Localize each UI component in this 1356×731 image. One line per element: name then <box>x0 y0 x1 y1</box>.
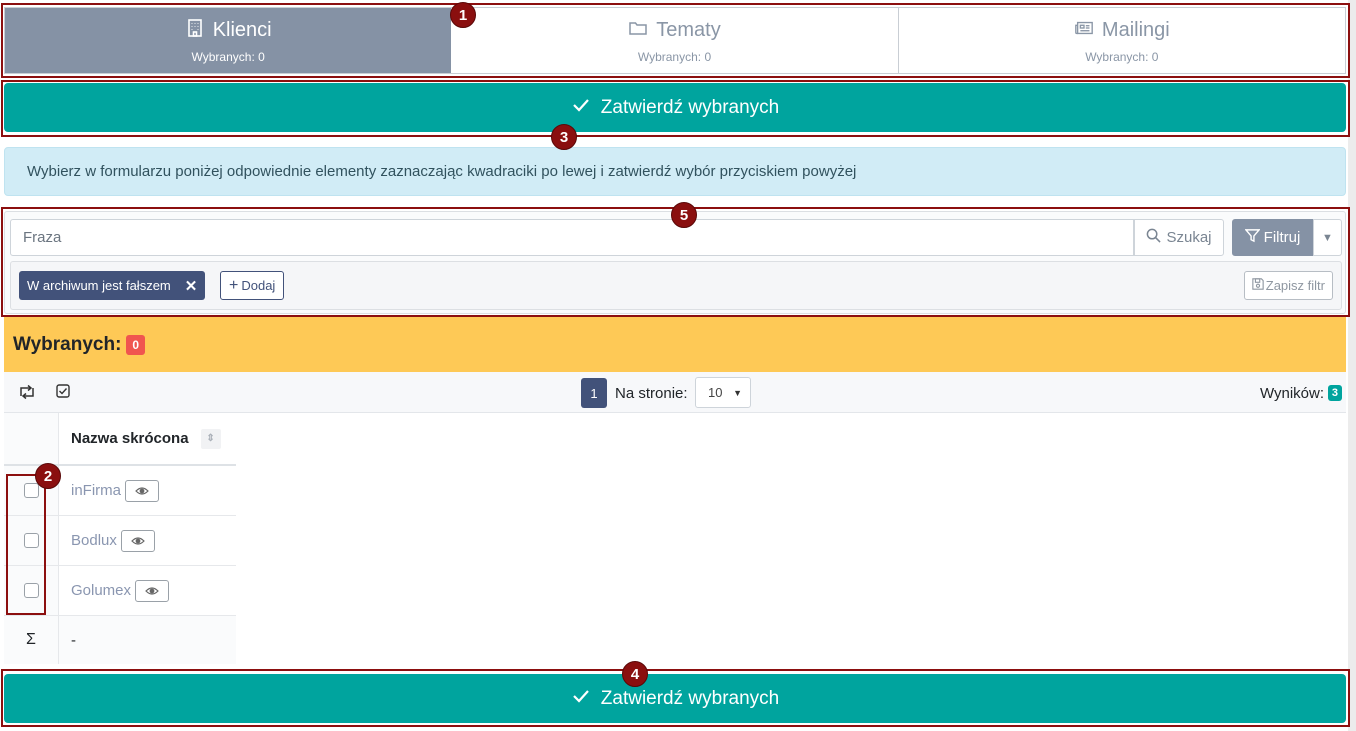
per-page-label: Na stronie: <box>615 385 688 402</box>
table-toolbar: 1 Na stronie: 10 ▼ Wyników: 3 <box>4 372 1346 413</box>
column-header-label: Nazwa skrócona <box>71 430 189 447</box>
column-header-nazwa[interactable]: Nazwa skrócona ⇕ <box>59 413 236 464</box>
annotation-badge-2: 2 <box>35 463 61 489</box>
annotation-badge-1: 1 <box>450 2 476 28</box>
annotation-frame-confirm-bottom <box>1 669 1350 727</box>
annotation-badge-3: 3 <box>551 124 577 150</box>
pagination-current-page[interactable]: 1 <box>581 378 607 408</box>
caret-down-icon: ▼ <box>733 387 742 398</box>
selected-count-badge: 0 <box>126 334 146 355</box>
results-label: Wyników: <box>1259 385 1324 402</box>
table-sum-row: Σ - <box>4 616 236 664</box>
sum-value: - <box>71 631 76 649</box>
annotation-badge-5: 5 <box>671 202 697 228</box>
check-all-icon[interactable] <box>56 384 70 401</box>
page: Klienci Wybranych: 0 Tematy Wybranych: 0… <box>0 0 1356 731</box>
sum-symbol: Σ <box>4 616 59 664</box>
selected-summary-bar: Wybranych: 0 <box>4 317 1346 372</box>
eye-icon <box>135 486 149 495</box>
eye-icon <box>131 536 145 545</box>
row-name-link[interactable]: inFirma <box>71 482 121 499</box>
results-count-badge: 3 <box>1327 385 1342 401</box>
header-check-cell <box>4 413 59 464</box>
row-name-cell: Golumex <box>59 566 236 615</box>
eye-icon <box>145 586 159 595</box>
per-page-value: 10 <box>708 385 723 400</box>
info-alert: Wybierz w formularzu poniżej odpowiednie… <box>4 147 1346 196</box>
preview-button[interactable] <box>120 529 155 552</box>
row-name-cell: Bodlux <box>59 516 236 565</box>
annotation-badge-4: 4 <box>622 661 648 687</box>
retweet-icon[interactable] <box>18 384 36 403</box>
preview-button[interactable] <box>135 579 170 602</box>
sort-icon[interactable]: ⇕ <box>200 428 221 449</box>
table-header-row: Nazwa skrócona ⇕ <box>4 413 236 466</box>
annotation-frame-tabs <box>1 3 1350 78</box>
selected-label: Wybranych: <box>13 333 122 355</box>
per-page-select[interactable]: 10 ▼ <box>695 377 751 408</box>
annotation-frame-confirm-top <box>1 80 1350 137</box>
row-name-cell: inFirma <box>59 466 236 515</box>
row-name-link[interactable]: Golumex <box>71 582 131 599</box>
row-name-link[interactable]: Bodlux <box>71 532 117 549</box>
preview-button[interactable] <box>125 479 160 502</box>
annotation-frame-checkboxes <box>6 474 46 615</box>
